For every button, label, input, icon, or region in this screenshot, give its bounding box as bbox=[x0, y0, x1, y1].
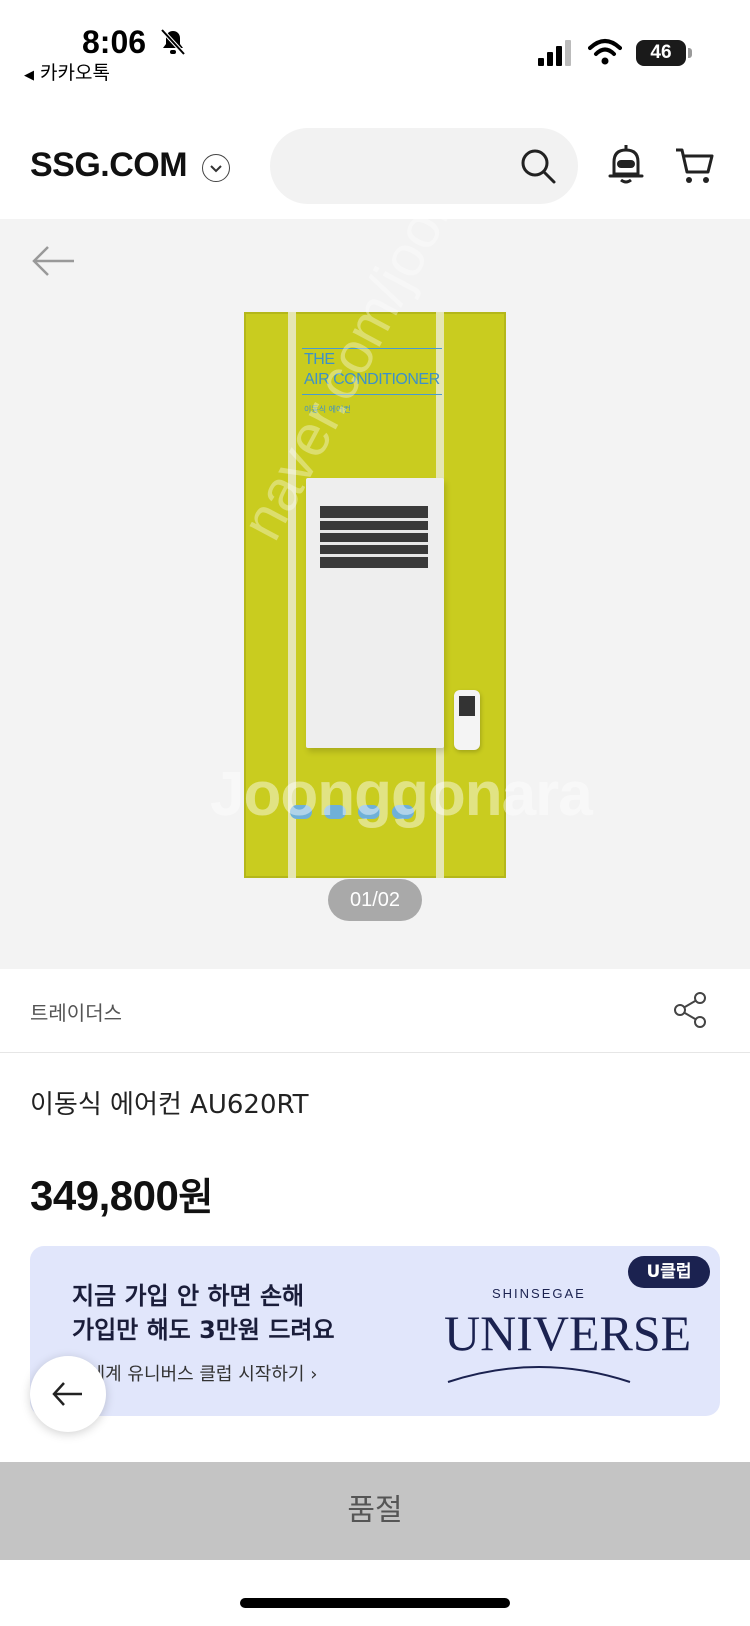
cart-icon[interactable] bbox=[674, 144, 716, 186]
bell-off-icon bbox=[160, 28, 186, 56]
price-unit: 원 bbox=[178, 1175, 213, 1219]
battery-level: 46 bbox=[650, 42, 672, 63]
product-price: 349,800원 bbox=[30, 1166, 213, 1221]
remote-control bbox=[454, 690, 480, 750]
battery-indicator: 46 bbox=[636, 40, 686, 66]
search-input[interactable] bbox=[270, 128, 578, 204]
home-indicator-area bbox=[0, 1560, 750, 1626]
brand-universe-logo: UNIVERSE bbox=[444, 1305, 692, 1361]
seller-row: 트레이더스 bbox=[0, 969, 750, 1053]
floating-back-button[interactable] bbox=[30, 1356, 106, 1432]
status-bar: 8:06 ◀ 카카오톡 46 bbox=[0, 0, 750, 100]
price-value: 349,800 bbox=[30, 1172, 179, 1219]
banner-cta-link[interactable]: 신세계 유니버스 클럽 시작하기 › bbox=[72, 1360, 317, 1386]
banner-headline-2: 가입만 해도 3만원 드려요 bbox=[72, 1316, 335, 1344]
soldout-button[interactable]: 품절 bbox=[0, 1462, 750, 1560]
share-icon[interactable] bbox=[672, 991, 708, 1029]
back-triangle-icon: ◀ bbox=[24, 68, 34, 83]
back-arrow-icon bbox=[52, 1382, 82, 1406]
back-app-label: 카카오톡 bbox=[40, 62, 110, 84]
home-indicator[interactable] bbox=[240, 1598, 510, 1608]
status-time: 8:06 bbox=[82, 24, 147, 60]
banner-headline-1: 지금 가입 안 하면 손해 bbox=[72, 1282, 305, 1310]
universe-club-banner[interactable]: 지금 가입 안 하면 손해 가입만 해도 3만원 드려요 신세계 유니버스 클럽… bbox=[30, 1246, 720, 1416]
banner-cta-label: 신세계 유니버스 클럽 시작하기 bbox=[72, 1364, 305, 1385]
seller-name[interactable]: 트레이더스 bbox=[30, 997, 122, 1026]
back-to-app-link[interactable]: ◀ 카카오톡 bbox=[24, 58, 110, 85]
cellular-signal-icon bbox=[538, 40, 571, 66]
chevron-right-icon: › bbox=[310, 1364, 318, 1385]
chevron-down-icon[interactable] bbox=[202, 154, 230, 182]
back-arrow-icon[interactable] bbox=[30, 241, 76, 281]
brand-swoosh-icon bbox=[447, 1366, 631, 1383]
brand-shinsegae: SHINSEGAE bbox=[492, 1286, 586, 1301]
product-title: 이동식 에어컨 AU620RT bbox=[30, 1090, 309, 1120]
search-icon[interactable] bbox=[518, 146, 558, 186]
ssg-logo[interactable]: SSG.COM bbox=[30, 146, 188, 185]
site-header: SSG.COM bbox=[0, 118, 750, 218]
air-vent bbox=[320, 506, 428, 568]
watermark: Joonggonara bbox=[210, 760, 593, 829]
product-image-gallery[interactable]: THE AIR CONDITIONER 이동식 에어컨 naver.com/jo… bbox=[0, 219, 750, 969]
u-club-badge: U클럽 bbox=[628, 1256, 710, 1288]
battery-tip bbox=[688, 48, 692, 58]
air-conditioner-unit bbox=[306, 478, 444, 748]
image-counter: 01/02 bbox=[328, 879, 422, 921]
wifi-icon bbox=[588, 39, 622, 65]
chatbot-icon[interactable] bbox=[606, 144, 646, 186]
